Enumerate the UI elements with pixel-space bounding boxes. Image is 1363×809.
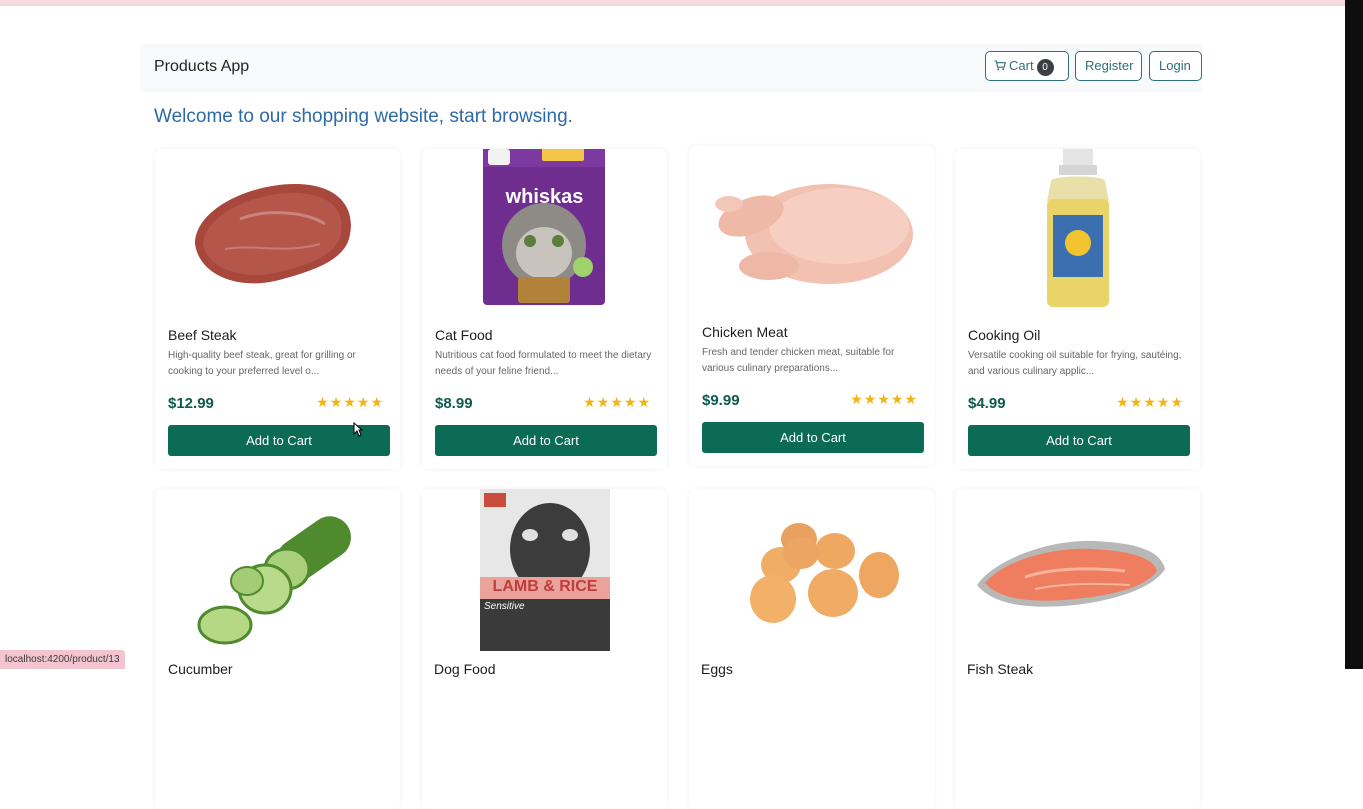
browser-top-strip [0,0,1345,6]
product-price: $4.99 [968,395,1006,412]
product-card-chicken-meat: Chicken Meat Fresh and tender chicken me… [689,146,934,466]
login-button[interactable]: Login [1149,51,1202,81]
product-card-fish-steak [955,489,1200,809]
brand-title[interactable]: Products App [154,58,249,76]
product-price: $12.99 [168,395,214,412]
product-card-eggs [689,489,934,809]
product-description: High-quality beef steak, great for grill… [168,350,356,377]
product-description: Fresh and tender chicken meat, suitable … [702,347,895,374]
product-image-cooking-oil[interactable] [955,145,1200,314]
welcome-heading: Welcome to our shopping website, start b… [154,106,573,127]
navbar: Products App Cart 0 Register Login [140,44,1202,92]
product-image-eggs[interactable] [689,489,934,654]
product-card-dog-food: LAMB & RICE Sensitive [422,487,667,809]
add-to-cart-button[interactable]: Add to Cart [702,422,924,453]
register-button[interactable]: Register [1075,51,1142,81]
product-name[interactable]: Cooking Oil [968,327,1040,343]
product-description: Versatile cooking oil suitable for fryin… [968,350,1182,377]
product-price: $9.99 [702,392,740,409]
add-to-cart-button[interactable]: Add to Cart [968,425,1190,456]
product-name-eggs-partial[interactable]: Eggs [701,661,733,677]
product-name-dog-food-partial[interactable]: Dog Food [434,661,495,677]
product-name[interactable]: Beef Steak [168,327,237,343]
product-card-beef-steak: Beef Steak High-quality beef steak, grea… [155,149,400,469]
product-description: Nutritious cat food formulated to meet t… [435,350,652,377]
mouse-cursor-icon [353,422,363,437]
product-card-cooking-oil: Cooking Oil Versatile cooking oil suitab… [955,145,1200,469]
cart-label: Cart [1009,58,1034,73]
product-name-cucumber-partial[interactable]: Cucumber [168,661,233,677]
cart-button[interactable]: Cart 0 [985,51,1069,81]
dog-food-sub-text: Sensitive [484,601,525,612]
scrollbar[interactable] [1345,0,1363,669]
dog-food-flavor-text: LAMB & RICE [492,578,598,595]
cat-food-brand-text: whiskas [505,186,584,208]
cart-count-badge: 0 [1036,59,1054,76]
rating-stars: ★★★★★ [1116,394,1184,410]
cart-icon [994,60,1006,71]
product-image-chicken-meat[interactable] [689,146,934,311]
product-image-fish-steak[interactable] [955,489,1200,654]
product-image-dog-food[interactable] [422,487,667,654]
product-image-cat-food[interactable] [422,145,667,314]
rating-stars: ★★★★★ [316,394,384,410]
product-name[interactable]: Cat Food [435,327,493,343]
status-bar-url: localhost:4200/product/13 [0,650,125,669]
product-name-fish-steak-partial[interactable]: Fish Steak [967,661,1033,677]
product-name[interactable]: Chicken Meat [702,324,788,340]
add-to-cart-button[interactable]: Add to Cart [435,425,657,456]
product-image-beef-steak[interactable] [155,149,400,314]
product-price: $8.99 [435,395,473,412]
product-card-cucumber [155,489,400,809]
rating-stars: ★★★★★ [583,394,651,410]
product-image-cucumber[interactable] [155,489,400,654]
rating-stars: ★★★★★ [850,391,918,407]
product-card-cat-food: whiskas Cat Food Nutritious cat food for… [422,145,667,469]
